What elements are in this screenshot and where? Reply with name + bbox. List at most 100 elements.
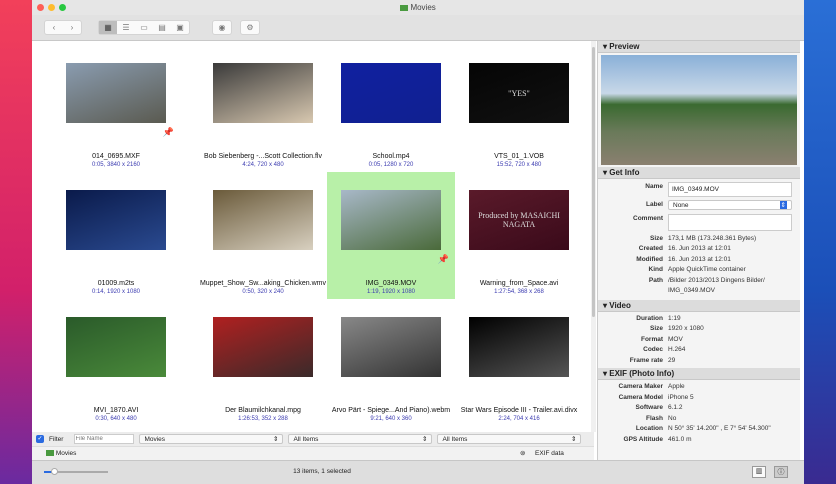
- kind-filter-select[interactable]: Movies ⇕: [139, 434, 284, 444]
- label-filter-select[interactable]: All Items ⇕: [288, 434, 433, 444]
- info-row: GPS Altitude 461.0 m: [598, 435, 800, 446]
- info-key: Size: [649, 325, 663, 332]
- info-value: 29: [668, 356, 676, 364]
- file-item[interactable]: School.mp4 0:05, 1280 x 720: [327, 45, 455, 172]
- info-value: Apple QuickTime container: [668, 266, 746, 273]
- file-item[interactable]: Muppet_Show_Sw...aking_Chicken.wmv 0:50,…: [199, 172, 327, 299]
- video-thumbnail: [66, 317, 166, 377]
- status-bar: 13 items, 1 selected ▥ ⓘ: [32, 460, 804, 484]
- filename-filter-input[interactable]: [74, 434, 135, 444]
- settings-gear-icon[interactable]: ⚙: [241, 21, 259, 34]
- info-key: Frame rate: [629, 356, 663, 364]
- file-name: Der Blaumilchkanal.mpg: [225, 407, 301, 414]
- pin-icon: 📌: [437, 254, 449, 264]
- inspector-sidebar: ▾ Preview ▾ Get Info Name IMG_0349.MOV La…: [597, 41, 800, 460]
- cover-view-icon[interactable]: ▭: [135, 21, 153, 34]
- thumbnail-text: Produced by MASAICHI NAGATA: [478, 211, 560, 229]
- thumbnail-size-slider[interactable]: [44, 468, 108, 475]
- info-row: Size 1920 x 1080: [598, 324, 800, 335]
- file-info: 0:05, 3840 x 2160: [91, 162, 141, 168]
- info-row: Path/Bilder 2013/2013 Dingens Bilder/ IM…: [598, 276, 800, 297]
- get-info-title: Get Info: [609, 168, 640, 177]
- exif-toggle-icon[interactable]: ⊚: [520, 447, 525, 460]
- exif-data-label: EXIF data: [535, 450, 564, 457]
- info-value: 16. Jun 2013 at 12:01: [668, 245, 731, 252]
- name-field[interactable]: IMG_0349.MOV: [668, 182, 792, 197]
- info-icon[interactable]: ⓘ: [774, 466, 788, 478]
- minimize-button[interactable]: [48, 4, 55, 11]
- title-bar: Movies: [32, 0, 804, 15]
- info-value: 6.1.2: [668, 404, 683, 411]
- file-item[interactable]: 01009.m2ts 0:14, 1920 x 1080: [52, 172, 180, 299]
- info-value: Apple: [668, 383, 685, 390]
- get-info-header[interactable]: ▾ Get Info: [598, 167, 800, 179]
- video-title: Video: [609, 300, 631, 310]
- list-view-icon[interactable]: ☰: [117, 21, 135, 34]
- file-info: 4:24, 720 x 480: [242, 162, 284, 168]
- file-info: 1:26:53, 352 x 288: [238, 416, 288, 422]
- info-key: Camera Model: [618, 393, 663, 401]
- info-row: Size 173,1 MB (173.248.361 Bytes): [598, 234, 800, 245]
- rating-filter-value: All Items: [442, 436, 468, 443]
- close-button[interactable]: [37, 4, 44, 11]
- info-row: Format MOV: [598, 335, 800, 346]
- map-icon[interactable]: ▥: [752, 466, 766, 478]
- info-key: Modified: [636, 255, 663, 263]
- grid-scrollbar[interactable]: [591, 41, 596, 432]
- label-filter-value: All Items: [293, 436, 319, 443]
- info-key: Format: [640, 335, 663, 343]
- pin-icon: 📌: [162, 127, 174, 137]
- file-info: 1:27:54, 368 x 268: [494, 289, 544, 295]
- file-item[interactable]: MVI_1870.AVI 0:30, 640 x 480: [52, 299, 180, 426]
- rating-filter-select[interactable]: All Items ⇕: [437, 434, 582, 444]
- preview-header[interactable]: ▾ Preview: [598, 41, 800, 53]
- video-thumbnail: "YES": [469, 63, 569, 123]
- info-value: /Bilder 2013/2013 Dingens Bilder/ IMG_03…: [668, 276, 765, 295]
- info-value: H.264: [668, 346, 686, 353]
- info-key: Kind: [648, 266, 663, 273]
- info-row: Codec H.264: [598, 345, 800, 356]
- zoom-button[interactable]: [59, 4, 66, 11]
- file-item[interactable]: Produced by MASAICHI NAGATA Warning_from…: [455, 172, 583, 299]
- info-value: 173,1 MB (173.248.361 Bytes): [668, 234, 757, 242]
- file-item[interactable]: 📌 IMG_0349.MOV 1:19, 1920 x 1080: [327, 172, 455, 299]
- file-item[interactable]: Der Blaumilchkanal.mpg 1:26:53, 352 x 28…: [199, 299, 327, 426]
- info-value: 1920 x 1080: [668, 325, 704, 332]
- file-item[interactable]: Bob Siebenberg -...Scott Collection.flv …: [199, 45, 327, 172]
- info-row: Duration 1:19: [598, 314, 800, 325]
- split-view-icon[interactable]: ▤: [153, 21, 171, 34]
- nav-buttons: ‹ ›: [44, 20, 82, 35]
- info-row: Software 6.1.2: [598, 403, 800, 414]
- comment-field[interactable]: [668, 213, 792, 231]
- forward-button[interactable]: ›: [63, 21, 81, 34]
- info-row: Camera Maker Apple: [598, 382, 800, 393]
- back-button[interactable]: ‹: [45, 21, 63, 34]
- file-name: IMG_0349.MOV: [365, 280, 417, 287]
- filter-checkbox[interactable]: ✓: [36, 435, 44, 443]
- file-item[interactable]: 📌 014_0695.MXF 0:05, 3840 x 2160: [52, 45, 180, 172]
- exif-header[interactable]: ▾ EXIF (Photo Info): [598, 368, 800, 380]
- quicklook-eye-icon[interactable]: ◉: [213, 21, 231, 34]
- video-header[interactable]: ▾ Video: [598, 299, 800, 312]
- info-row: Camera Model iPhone 5: [598, 393, 800, 404]
- info-value: 16. Jun 2013 at 12:01: [668, 255, 731, 263]
- video-thumbnail: [341, 63, 441, 123]
- desktop-right: [804, 0, 836, 484]
- file-item[interactable]: "YES" VTS_01_1.VOB 15:52, 720 x 480: [455, 45, 583, 172]
- file-info: 0:50, 320 x 240: [242, 289, 284, 295]
- file-info: 1:19, 1920 x 1080: [366, 289, 416, 295]
- file-info: 9:21, 640 x 360: [370, 416, 412, 422]
- path-bar: Movies ⊚ EXIF data: [32, 446, 594, 460]
- info-value: MOV: [668, 335, 683, 343]
- info-key: Location: [635, 425, 663, 432]
- file-item[interactable]: Arvo Pärt - Spiege...And Piano).webm 9:2…: [327, 299, 455, 426]
- comment-label: Comment: [633, 214, 663, 222]
- grid-view-icon[interactable]: ▦: [99, 21, 117, 34]
- preview-title: Preview: [609, 42, 640, 51]
- path-folder[interactable]: Movies: [56, 450, 77, 457]
- info-value: iPhone 5: [668, 393, 694, 401]
- label-select[interactable]: None ⇕: [668, 200, 792, 210]
- file-item[interactable]: Star Wars Episode III - Trailer.avi.divx…: [455, 299, 583, 426]
- filmstrip-view-icon[interactable]: ▣: [171, 21, 189, 34]
- file-grid: 📌 014_0695.MXF 0:05, 3840 x 2160 Bob Sie…: [32, 41, 589, 432]
